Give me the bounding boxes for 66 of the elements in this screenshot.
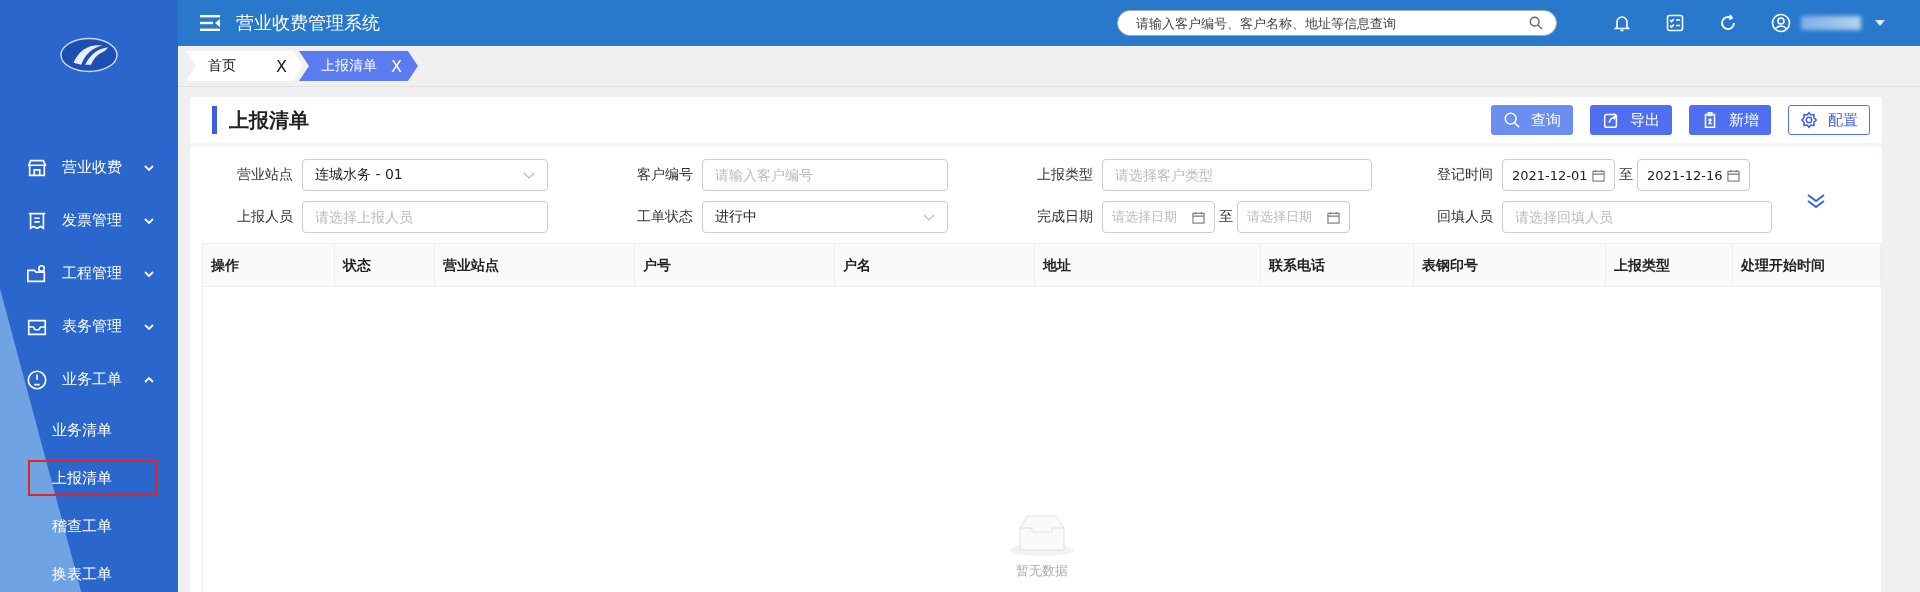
export-icon [1602, 111, 1620, 129]
gear-button[interactable]: 配置 [1788, 105, 1870, 135]
menu-icon[interactable] [200, 15, 220, 31]
clipboard-button[interactable]: 新增 [1689, 105, 1771, 135]
column-header: 表钢印号 [1414, 244, 1606, 286]
refresh-icon[interactable] [1718, 13, 1738, 33]
calendar-icon [1327, 210, 1340, 224]
bell-icon[interactable] [1612, 13, 1632, 33]
date-field[interactable]: 2021-12-16 [1637, 159, 1750, 191]
column-header: 操作 [203, 244, 335, 286]
search-field[interactable]: 请输入客户编号、客户名称、地址等信息查询 [1117, 10, 1557, 36]
empty-state-text: 暂无数据 [1016, 562, 1068, 580]
empty-inbox-icon [1010, 514, 1074, 556]
select-field[interactable]: 进行中 [702, 201, 948, 233]
page-tab[interactable]: 上报清单 X [298, 51, 418, 81]
input-field[interactable]: 请输入客户编号 [702, 159, 948, 191]
input-field[interactable]: 请选择回填人员 [1502, 201, 1772, 233]
sidebar-item[interactable]: 营业收费 [0, 141, 178, 194]
app-title: 营业收费管理系统 [236, 11, 380, 35]
checklist-icon[interactable] [1665, 13, 1685, 33]
filter-label: 回填人员 [1436, 208, 1493, 226]
chevron-down-icon [923, 213, 935, 221]
column-header: 状态 [335, 244, 435, 286]
calendar-icon [1727, 168, 1740, 182]
sidebar-subitem[interactable]: 稽查工单 [22, 502, 164, 550]
column-header: 营业站点 [435, 244, 635, 286]
calendar-icon [1592, 168, 1605, 182]
caret-icon[interactable] [1875, 20, 1885, 26]
column-header: 处理开始时间 [1733, 244, 1881, 286]
column-header: 联系电话 [1261, 244, 1414, 286]
sidebar-item[interactable]: 发票管理 [0, 194, 178, 247]
filter-label: 工单状态 [636, 208, 693, 226]
filter-label: 上报人员 [236, 208, 293, 226]
gear-icon [1800, 111, 1818, 129]
filter-label: 营业站点 [236, 166, 293, 184]
sidebar-subitem[interactable]: 换表工单 [22, 550, 164, 592]
search-icon [1503, 111, 1521, 129]
export-button[interactable]: 导出 [1590, 105, 1672, 135]
select-field[interactable]: 连城水务 - 01 [302, 159, 548, 191]
filter-label: 登记时间 [1436, 166, 1493, 184]
search-icon [1529, 16, 1543, 30]
column-header: 上报类型 [1606, 244, 1733, 286]
user-icon[interactable] [1771, 13, 1791, 33]
logo-icon [60, 37, 118, 73]
sidebar-subitem[interactable]: 业务清单 [22, 406, 164, 454]
sidebar-subitem[interactable]: 上报清单 [22, 454, 164, 502]
chevron-down-icon [523, 171, 535, 179]
sidebar-item[interactable]: 工程管理 [0, 247, 178, 300]
date-field[interactable]: 2021-12-01 [1502, 159, 1615, 191]
column-header: 地址 [1035, 244, 1261, 286]
range-separator: 至 [1219, 208, 1233, 226]
blurred-username [1801, 16, 1861, 30]
page-tab[interactable]: 首页 X [186, 51, 303, 81]
sidebar-item[interactable]: 表务管理 [0, 300, 178, 353]
filter-label: 完成日期 [1036, 208, 1093, 226]
filter-label: 上报类型 [1036, 166, 1093, 184]
column-header: 户号 [635, 244, 835, 286]
column-header: 户名 [835, 244, 1035, 286]
calendar-icon [1192, 210, 1205, 224]
double-chevron-down-icon[interactable] [1806, 193, 1826, 209]
folder-gear-icon [26, 262, 48, 285]
range-separator: 至 [1619, 166, 1633, 184]
sidebar-item[interactable]: 业务工单 [0, 353, 178, 406]
filter-label: 客户编号 [636, 166, 693, 184]
input-field[interactable]: 请选择客户类型 [1102, 159, 1372, 191]
search-button[interactable]: 查询 [1491, 105, 1573, 135]
